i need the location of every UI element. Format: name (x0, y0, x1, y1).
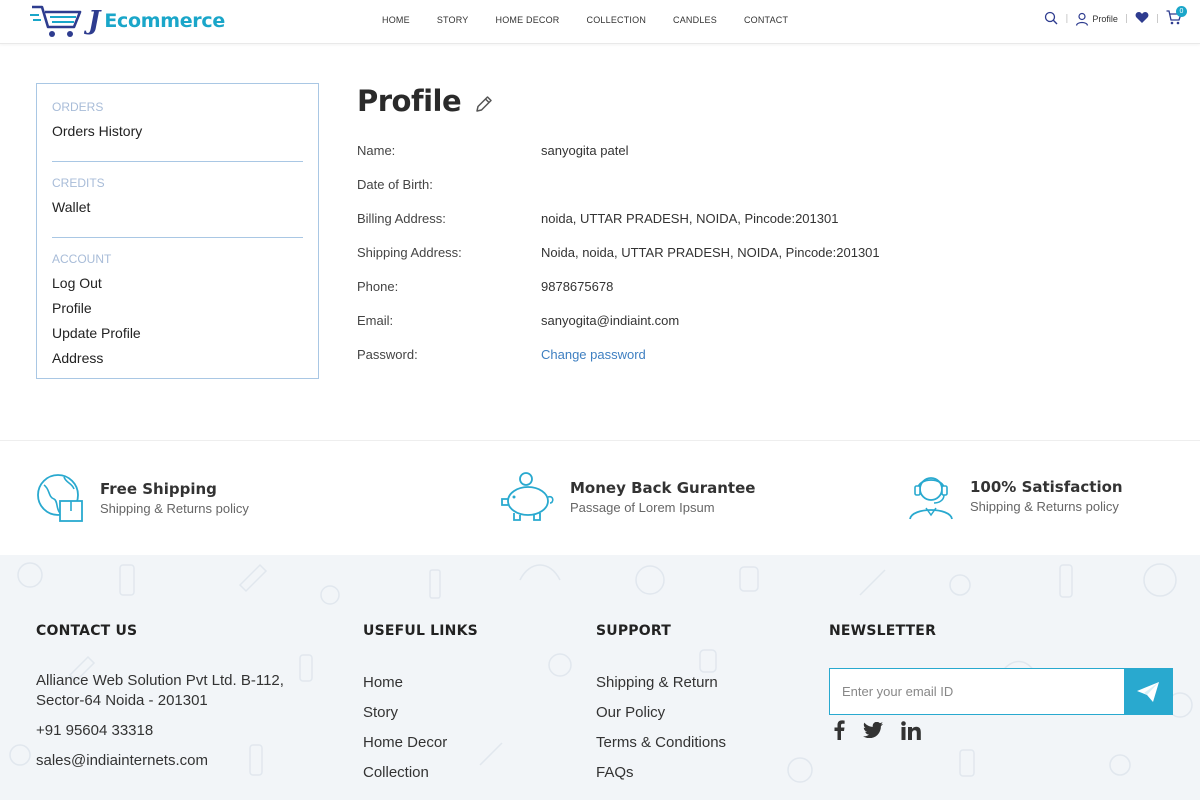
newsletter-submit-button[interactable] (1124, 669, 1172, 714)
search-icon[interactable] (1044, 11, 1058, 28)
profile-link[interactable]: Profile (1075, 12, 1118, 26)
nav-collection[interactable]: COLLECTION (587, 15, 647, 25)
footer-link-collection[interactable]: Collection (363, 764, 478, 794)
nav-story[interactable]: STORY (437, 15, 469, 25)
footer-support: SUPPORT Shipping & Return Our Policy Ter… (596, 623, 726, 794)
sidebar-group-credits: CREDITS Wallet (52, 176, 303, 238)
page-title: Profile (357, 84, 462, 118)
heart-icon[interactable] (1135, 11, 1149, 27)
sidebar-item-log-out[interactable]: Log Out (52, 275, 303, 291)
nav-contact[interactable]: CONTACT (744, 15, 788, 25)
field-value: noida, UTTAR PRADESH, NOIDA, Pincode:201… (541, 211, 839, 226)
site-header: J Ecommerce HOME STORY HOME DECOR COLLEC… (0, 0, 1200, 44)
footer-heading: CONTACT US (36, 623, 138, 639)
feature-subtitle: Passage of Lorem Ipsum (570, 500, 715, 515)
feature-subtitle: Shipping & Returns policy (100, 501, 249, 516)
contact-phone[interactable]: +91 95604 33318 (36, 721, 284, 741)
footer-heading: NEWSLETTER (829, 623, 937, 639)
footer-link-our-policy[interactable]: Our Policy (596, 704, 726, 734)
separator: | (1124, 14, 1128, 24)
footer-useful-links: USEFUL LINKS Home Story Home Decor Colle… (363, 623, 478, 794)
footer-link-faqs[interactable]: FAQs (596, 764, 726, 794)
cart-button[interactable]: 0 (1166, 6, 1187, 28)
field-value: 9878675678 (541, 279, 614, 294)
feature-title: 100% Satisfaction (970, 478, 1123, 496)
newsletter-form (829, 668, 1173, 715)
logo-text: Ecommerce (104, 10, 225, 32)
sidebar-item-profile[interactable]: Profile (52, 300, 303, 316)
nav-home-decor[interactable]: HOME DECOR (496, 15, 560, 25)
field-value: sanyogita patel (541, 143, 629, 158)
user-icon (1076, 12, 1089, 26)
footer-link-shipping-return[interactable]: Shipping & Return (596, 674, 726, 704)
logo-letter: J (88, 6, 101, 36)
feature-title: Money Back Gurantee (570, 479, 756, 497)
feature-title: Free Shipping (100, 480, 217, 498)
cart-count-badge: 0 (1176, 6, 1187, 17)
newsletter-email-input[interactable] (830, 669, 1124, 714)
globe-package-icon (37, 474, 83, 522)
facebook-icon[interactable] (833, 720, 845, 744)
account-sidebar: ORDERS Orders History CREDITS Wallet ACC… (36, 83, 319, 379)
field-label: Name: (357, 143, 396, 158)
pencil-icon[interactable] (474, 94, 494, 118)
profile-label: Profile (1092, 14, 1118, 24)
footer-newsletter: NEWSLETTER (829, 623, 936, 639)
footer-link-home-decor[interactable]: Home Decor (363, 734, 478, 764)
field-label: Billing Address: (357, 211, 446, 226)
sidebar-item-update-profile[interactable]: Update Profile (52, 325, 303, 341)
sidebar-group-orders: ORDERS Orders History (52, 100, 303, 162)
header-actions: | Profile | | 0 (1044, 6, 1187, 28)
main-nav: HOME STORY HOME DECOR COLLECTION CANDLES… (382, 15, 815, 25)
footer-contact: CONTACT US Alliance Web Solution Pvt Ltd… (36, 623, 284, 771)
footer-heading: USEFUL LINKS (363, 623, 478, 639)
paper-plane-icon (1137, 681, 1159, 702)
nav-home[interactable]: HOME (382, 15, 410, 25)
field-label: Shipping Address: (357, 245, 462, 260)
sidebar-heading: ORDERS (52, 100, 104, 114)
field-label: Email: (357, 313, 394, 328)
sidebar-heading: ACCOUNT (52, 252, 112, 266)
field-label: Password: (357, 347, 418, 362)
separator: | (1155, 14, 1159, 24)
sidebar-item-orders-history[interactable]: Orders History (52, 123, 303, 139)
feature-money-back: Money Back Gurantee Passage of Lorem Ips… (500, 471, 755, 523)
field-value: sanyogita@indiaint.com (541, 313, 680, 328)
features-strip: Free Shipping Shipping & Returns policy … (0, 440, 1200, 555)
feature-subtitle: Shipping & Returns policy (970, 499, 1119, 514)
social-links (833, 720, 939, 744)
contact-address-line1: Alliance Web Solution Pvt Ltd. B-112, (36, 672, 284, 689)
footer-link-home[interactable]: Home (363, 674, 478, 704)
separator: | (1065, 14, 1069, 24)
contact-email[interactable]: sales@indiainternets.com (36, 751, 284, 771)
cart-logo-icon (30, 5, 82, 37)
support-agent-icon (909, 477, 953, 520)
sidebar-item-address[interactable]: Address (52, 350, 303, 366)
sidebar-item-wallet[interactable]: Wallet (52, 199, 303, 215)
field-label: Date of Birth: (357, 177, 433, 192)
site-logo[interactable]: J Ecommerce (30, 2, 225, 40)
footer-link-terms[interactable]: Terms & Conditions (596, 734, 726, 764)
linkedin-icon[interactable] (901, 720, 921, 744)
contact-address-line2: Sector-64 Noida - 201301 (36, 692, 208, 709)
change-password-link[interactable]: Change password (541, 347, 646, 362)
piggy-bank-icon (501, 472, 554, 521)
sidebar-group-account: ACCOUNT Log Out Profile Update Profile A… (52, 252, 303, 388)
twitter-icon[interactable] (863, 721, 883, 742)
field-label: Phone: (357, 279, 399, 294)
footer-link-story[interactable]: Story (363, 704, 478, 734)
feature-satisfaction: 100% Satisfaction Shipping & Returns pol… (906, 471, 1123, 521)
sidebar-heading: CREDITS (52, 176, 105, 190)
footer-heading: SUPPORT (596, 623, 671, 639)
feature-free-shipping: Free Shipping Shipping & Returns policy (36, 471, 249, 525)
nav-candles[interactable]: CANDLES (673, 15, 717, 25)
field-value: Noida, noida, UTTAR PRADESH, NOIDA, Pinc… (541, 245, 880, 260)
